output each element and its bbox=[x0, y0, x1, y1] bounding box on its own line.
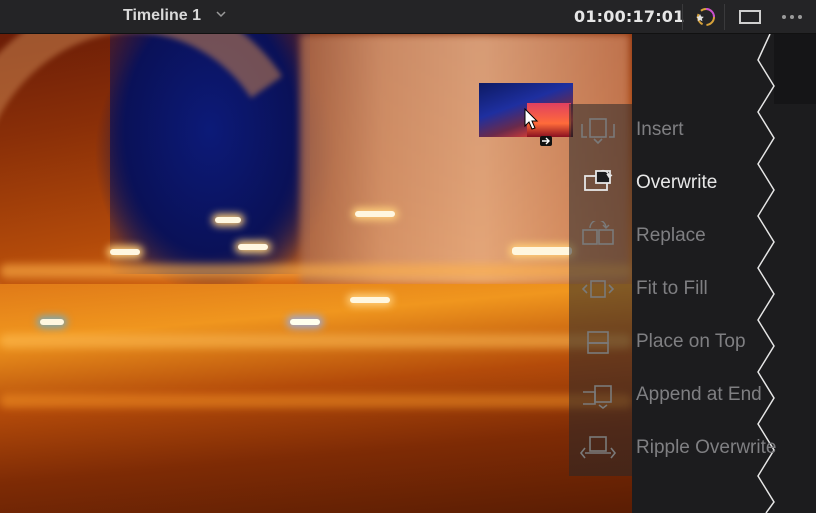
viewer-header: Timeline 1 01:00:17:01 bbox=[0, 0, 816, 34]
light-spot bbox=[350, 297, 390, 303]
overlay-item-label: Append at End bbox=[636, 384, 762, 405]
light-spot bbox=[290, 319, 320, 325]
edit-overlay-menu: Insert Overwrite Replace Fit to Fill Pla… bbox=[569, 104, 816, 476]
place-on-top-icon bbox=[587, 331, 609, 354]
divider bbox=[682, 4, 683, 30]
light-spot bbox=[110, 249, 140, 255]
fit-to-fill-icon bbox=[581, 280, 615, 298]
chevron-down-icon[interactable] bbox=[216, 9, 226, 19]
overlay-item-fit-to-fill[interactable]: Fit to Fill bbox=[569, 263, 816, 316]
append-at-end-icon bbox=[583, 385, 612, 409]
divider bbox=[724, 4, 725, 30]
mouse-cursor-icon bbox=[524, 108, 539, 130]
light-spot bbox=[40, 319, 64, 325]
overlay-item-place-on-top[interactable]: Place on Top bbox=[569, 316, 816, 369]
ripple-overwrite-icon bbox=[579, 436, 617, 459]
more-options-icon[interactable] bbox=[780, 5, 804, 29]
panel-strip bbox=[774, 34, 816, 104]
color-effects-icon[interactable] bbox=[693, 5, 717, 29]
overlay-item-insert[interactable]: Insert bbox=[569, 104, 816, 157]
overlay-item-label: Place on Top bbox=[636, 331, 746, 352]
light-spot bbox=[355, 211, 395, 217]
overlay-item-label: Fit to Fill bbox=[636, 278, 708, 299]
viewer-mode-icon[interactable] bbox=[738, 5, 762, 29]
append-badge-icon bbox=[540, 136, 552, 146]
overlay-item-ripple-overwrite[interactable]: Ripple Overwrite bbox=[569, 422, 816, 475]
overlay-item-append-at-end[interactable]: Append at End bbox=[569, 369, 816, 422]
light-streak bbox=[0, 264, 632, 278]
light-spot bbox=[238, 244, 268, 250]
overlay-item-label: Insert bbox=[636, 119, 684, 140]
overlay-item-label: Ripple Overwrite bbox=[636, 437, 777, 458]
overwrite-icon bbox=[584, 169, 613, 191]
light-spot bbox=[512, 247, 572, 255]
light-streak bbox=[0, 394, 632, 408]
timeline-title[interactable]: Timeline 1 bbox=[123, 7, 201, 25]
insert-icon bbox=[581, 118, 615, 145]
overlay-item-replace[interactable]: Replace bbox=[569, 210, 816, 263]
overlay-item-label: Overwrite bbox=[636, 172, 718, 193]
light-spot bbox=[215, 217, 241, 223]
replace-icon bbox=[582, 221, 614, 245]
overlay-item-overwrite[interactable]: Overwrite bbox=[569, 157, 816, 210]
timecode-display[interactable]: 01:00:17:01 bbox=[574, 7, 684, 26]
light-streak bbox=[0, 334, 632, 348]
overlay-item-label: Replace bbox=[636, 225, 706, 246]
